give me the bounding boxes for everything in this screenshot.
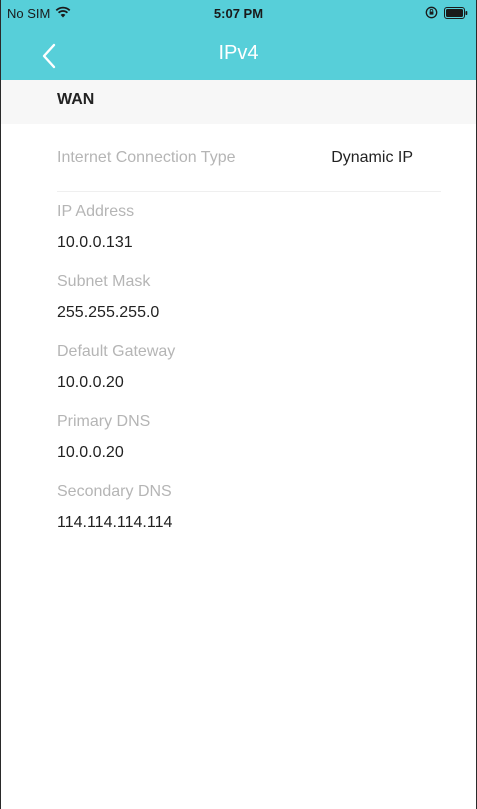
connection-type-value: Dynamic IP	[331, 149, 413, 166]
section-title: WAN	[57, 91, 95, 108]
field-value: 10.0.0.131	[57, 234, 133, 251]
field-value: 10.0.0.20	[57, 444, 124, 461]
field-primary-dns: Primary DNS 10.0.0.20	[57, 412, 150, 463]
status-bar: No SIM 5:07 PM	[1, 0, 476, 28]
field-subnet-mask: Subnet Mask 255.255.255.0	[57, 272, 159, 323]
field-value: 114.114.114.114	[57, 514, 173, 531]
screen: No SIM 5:07 PM IPv4 WAN Internet Connect…	[0, 0, 477, 809]
field-default-gateway: Default Gateway 10.0.0.20	[57, 342, 175, 393]
connection-type-label: Internet Connection Type	[57, 149, 236, 166]
orientation-lock-icon	[425, 6, 438, 22]
field-value: 10.0.0.20	[57, 374, 124, 391]
status-indicators	[425, 6, 468, 22]
navigation-bar: IPv4	[1, 28, 476, 80]
field-label: IP Address	[57, 203, 135, 220]
page-title: IPv4	[218, 42, 259, 64]
status-time: 5:07 PM	[213, 6, 264, 21]
section-header: WAN	[1, 80, 476, 124]
battery-icon	[444, 6, 468, 22]
field-label: Secondary DNS	[57, 483, 172, 500]
field-value: 255.255.255.0	[57, 304, 160, 321]
field-secondary-dns: Secondary DNS 114.114.114.114	[57, 482, 172, 533]
field-label: Primary DNS	[57, 413, 151, 430]
field-label: Subnet Mask	[57, 273, 151, 290]
field-label: Default Gateway	[57, 343, 176, 360]
connection-type-row: Internet Connection Type Dynamic IP	[57, 124, 441, 192]
field-ip-address: IP Address 10.0.0.131	[57, 202, 134, 253]
